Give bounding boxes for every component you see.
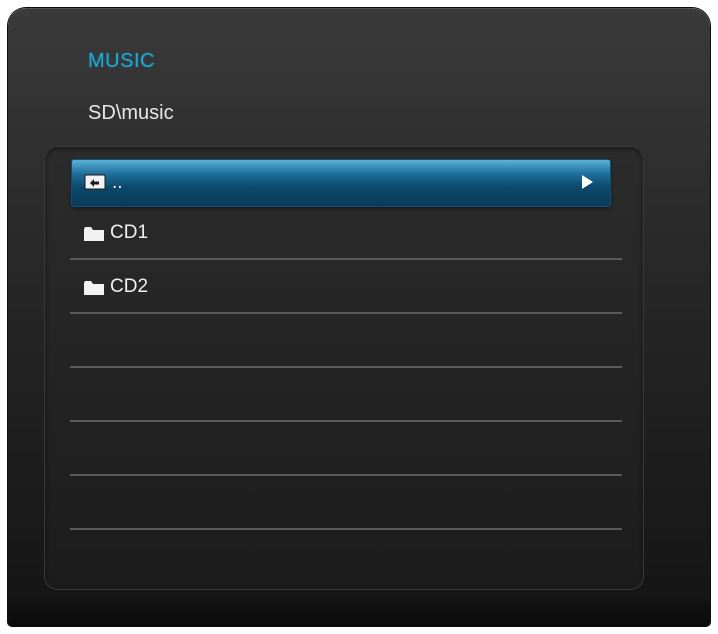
- list-item-empty: [70, 424, 622, 476]
- list-item-label: CD2: [110, 276, 149, 297]
- current-path: SD\music: [88, 102, 174, 124]
- play-arrow-icon: [582, 175, 593, 189]
- list-item-label: CD1: [110, 222, 149, 243]
- folder-icon: [84, 227, 104, 241]
- section-title: MUSIC: [88, 50, 155, 72]
- list-item-label: ..: [112, 172, 123, 193]
- list-item-empty: [70, 370, 622, 422]
- list-item-empty: [70, 478, 622, 530]
- folder-up-icon: [84, 174, 106, 190]
- list-item-parent-folder[interactable]: ..: [72, 160, 610, 206]
- list-item-cd2[interactable]: CD2: [70, 262, 622, 314]
- media-browser-window: MUSIC SD\music .. CD1 CD2: [8, 8, 710, 626]
- frame-bottom-bar: [8, 598, 710, 626]
- folder-icon: [84, 281, 104, 295]
- list-item-empty: [70, 316, 622, 368]
- file-list: .. CD1 CD2: [44, 146, 644, 590]
- list-item-cd1[interactable]: CD1: [70, 208, 622, 260]
